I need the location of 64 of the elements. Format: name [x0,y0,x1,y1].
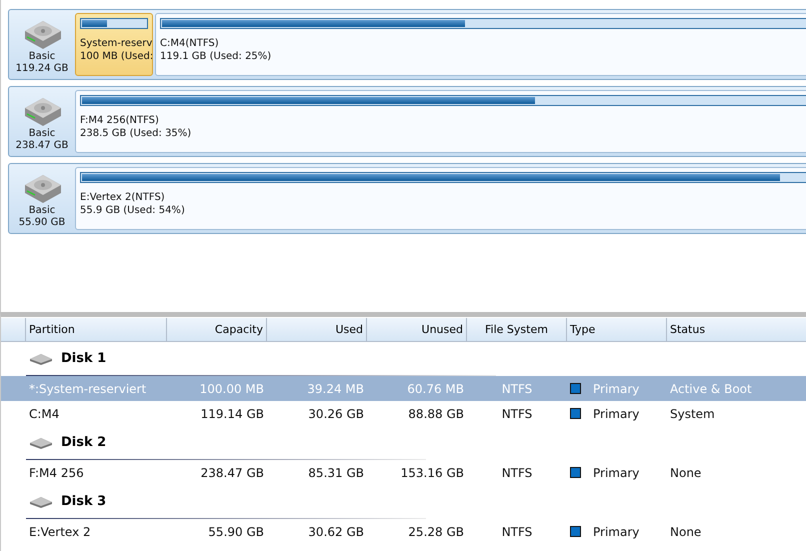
disk-size: 55.90 GB [18,217,66,229]
partition-block[interactable]: E:Vertex 2(NTFS) 55.9 GB (Used: 54%) [75,167,806,230]
table-cell-text: NTFS [500,382,534,396]
table-cell-text: F:M4 256 [28,466,85,480]
table-cell-text: 85.31 GB [307,466,365,480]
table-cell-text: Primary [592,466,640,480]
hard-disk-icon [29,352,53,364]
table-cell-text: 30.62 GB [307,524,365,538]
header-cell [1,318,26,342]
table-cell-text: 119.14 GB [200,406,265,420]
table-cell-text: 39.24 MB [306,382,365,396]
table-cell-text: 88.88 GB [407,406,465,420]
table-cell-text: NTFS [500,524,534,538]
table-cell-text: C:M4 [28,406,60,420]
hard-disk-icon [29,496,53,508]
disk-label: Disk 1 [61,351,106,366]
partition-detail: 119.1 GB (Used: 25%) [160,50,272,63]
table-cell-text: E:Vertex 2 [28,524,92,538]
partition-detail: 238.5 GB (Used: 35%) [80,127,192,140]
column-header[interactable]: File System [467,318,567,342]
disk-type: Basic [28,51,56,63]
hard-disk-icon [29,436,53,448]
table-cell-text: Primary [592,382,640,396]
table-cell-text: System [669,406,716,420]
partition-block[interactable]: System-reserv 100 MB (Used: [75,13,153,76]
partition-name: F:M4 256(NTFS) [80,114,160,127]
table-cell-text: None [669,466,702,480]
table-cell-text: 30.26 GB [307,406,365,420]
disk-label: Disk 2 [61,435,106,450]
table-cell-text: 238.47 GB [200,466,265,480]
partition-name: E:Vertex 2(NTFS) [80,191,166,204]
disk-card[interactable]: Basic 238.47 GB F:M4 256(NTFS) 238.5 GB (Used: 35%) [8,86,806,157]
column-header[interactable]: Status [667,318,806,342]
table-cell-text: Primary [592,524,640,538]
table-cell-text: 60.76 MB [406,382,465,396]
partition-detail: 55.9 GB (Used: 54%) [80,204,186,217]
table-cell-text: 55.90 GB [207,524,265,538]
table-cell-text: NTFS [500,406,534,420]
disk-size: 119.24 GB [16,63,68,75]
column-header[interactable]: Partition [26,318,167,342]
table-cell-text: None [669,524,702,538]
disk-card[interactable]: Basic 55.90 GB E:Vertex 2(NTFS) 55.9 GB (Used: 54%) [8,163,806,234]
column-header[interactable]: Used [267,318,367,342]
table-cell-text: NTFS [500,466,534,480]
disk-type: Basic [28,205,56,217]
disk-type: Basic [28,128,56,140]
partition-name: C:M4(NTFS) [160,37,220,50]
table-cell-text: 25.28 GB [407,524,465,538]
table-cell-text: Primary [592,406,640,420]
partition-row[interactable]: E:Vertex 2 55.90 GB 30.62 GB 25.28 GB NTFS Primary None [1,519,806,544]
table-cell-text: Active & Boot [669,382,753,396]
table-cell-text: *:System-reserviert [28,382,148,396]
partition-row[interactable]: C:M4 119.14 GB 30.26 GB 88.88 GB NTFS Primary System [1,401,806,426]
table-cell-text: 153.16 GB [400,466,465,480]
table-cell-text: 100.00 MB [198,382,265,396]
partition-block[interactable]: C:M4(NTFS) 119.1 GB (Used: 25%) [155,13,806,76]
partition-row[interactable]: F:M4 256 238.47 GB 85.31 GB 153.16 GB NTFS Primary None [1,460,806,485]
disk-card[interactable]: Basic 119.24 GB System-reserv 100 MB (Used: C:M4(NTFS) 119.1 GB (Used: 25%) [8,9,806,80]
column-header[interactable]: Type [567,318,667,342]
column-header[interactable]: Capacity [167,318,267,342]
partition-block[interactable]: F:M4 256(NTFS) 238.5 GB (Used: 35%) [75,90,806,153]
disk-size: 238.47 GB [16,140,68,152]
column-header[interactable]: Unused [367,318,467,342]
disk-label: Disk 3 [61,494,106,509]
